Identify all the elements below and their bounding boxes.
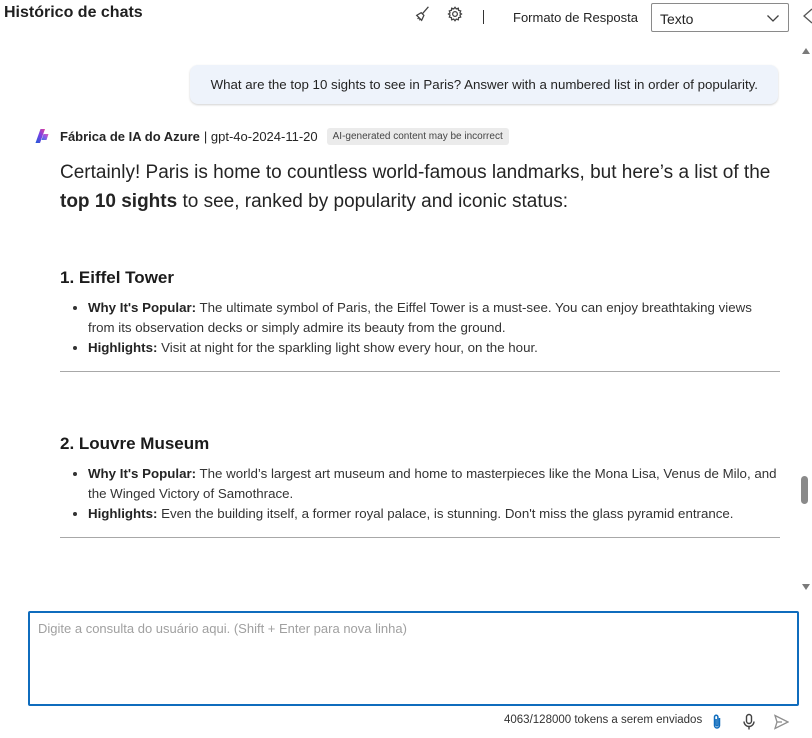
response-intro: Certainly! Paris is home to countless wo… [60, 162, 771, 212]
header-divider [483, 10, 484, 24]
assistant-name: Fábrica de IA do Azure [60, 128, 200, 144]
list-item: Highlights: Even the building itself, a … [88, 504, 780, 524]
response-format-select[interactable]: Texto [651, 3, 789, 32]
sight-title: 1. Eiffel Tower [60, 268, 174, 287]
assistant-header: Fábrica de IA do Azure | gpt-4o-2024-11-… [34, 126, 509, 146]
page-title: Histórico de chats [4, 4, 143, 21]
ai-disclaimer-badge: AI-generated content may be incorrect [326, 127, 509, 145]
chat-header: Histórico de chats Formato de Resposta T… [0, 0, 812, 36]
response-format-value: Texto [660, 11, 694, 27]
sight-details: Why It's Popular: The world’s largest ar… [60, 464, 780, 524]
broom-icon[interactable] [413, 4, 433, 24]
list-item: Highlights: Visit at night for the spark… [88, 338, 780, 358]
list-item: Why It's Popular: The ultimate symbol of… [88, 298, 780, 338]
prompt-input[interactable] [38, 621, 778, 691]
sight-title: 2. Louvre Museum [60, 434, 210, 453]
gear-icon[interactable] [445, 4, 465, 24]
user-message: What are the top 10 sights to see in Par… [189, 65, 778, 104]
scrollbar-thumb[interactable] [801, 476, 808, 504]
assistant-model: | gpt-4o-2024-11-20 [203, 128, 318, 144]
divider [60, 371, 780, 372]
scroll-down-arrow-icon[interactable] [802, 584, 810, 590]
prompt-input-container[interactable] [28, 611, 799, 706]
chevron-down-icon [767, 15, 779, 22]
assistant-response: Certainly! Paris is home to countless wo… [60, 158, 780, 538]
sight-details: Why It's Popular: The ultimate symbol of… [60, 298, 780, 358]
divider [60, 537, 780, 538]
send-icon[interactable] [773, 713, 789, 731]
token-count: 4063/128000 tokens a serem enviados [504, 714, 703, 726]
response-format-label: Formato de Resposta [513, 10, 639, 25]
azure-ai-logo-icon [35, 129, 49, 143]
chat-transcript[interactable]: What are the top 10 sights to see in Par… [0, 40, 800, 600]
paperclip-icon[interactable] [709, 713, 725, 731]
sight-section: 1. Eiffel Tower Why It's Popular: The ul… [60, 268, 780, 372]
scrollbar[interactable] [800, 40, 812, 600]
scroll-up-arrow-icon[interactable] [802, 48, 810, 54]
list-item: Why It's Popular: The world’s largest ar… [88, 464, 780, 504]
collapse-panel-icon[interactable] [800, 6, 812, 26]
microphone-icon[interactable] [741, 713, 757, 731]
sight-section: 2. Louvre Museum Why It's Popular: The w… [60, 434, 780, 538]
